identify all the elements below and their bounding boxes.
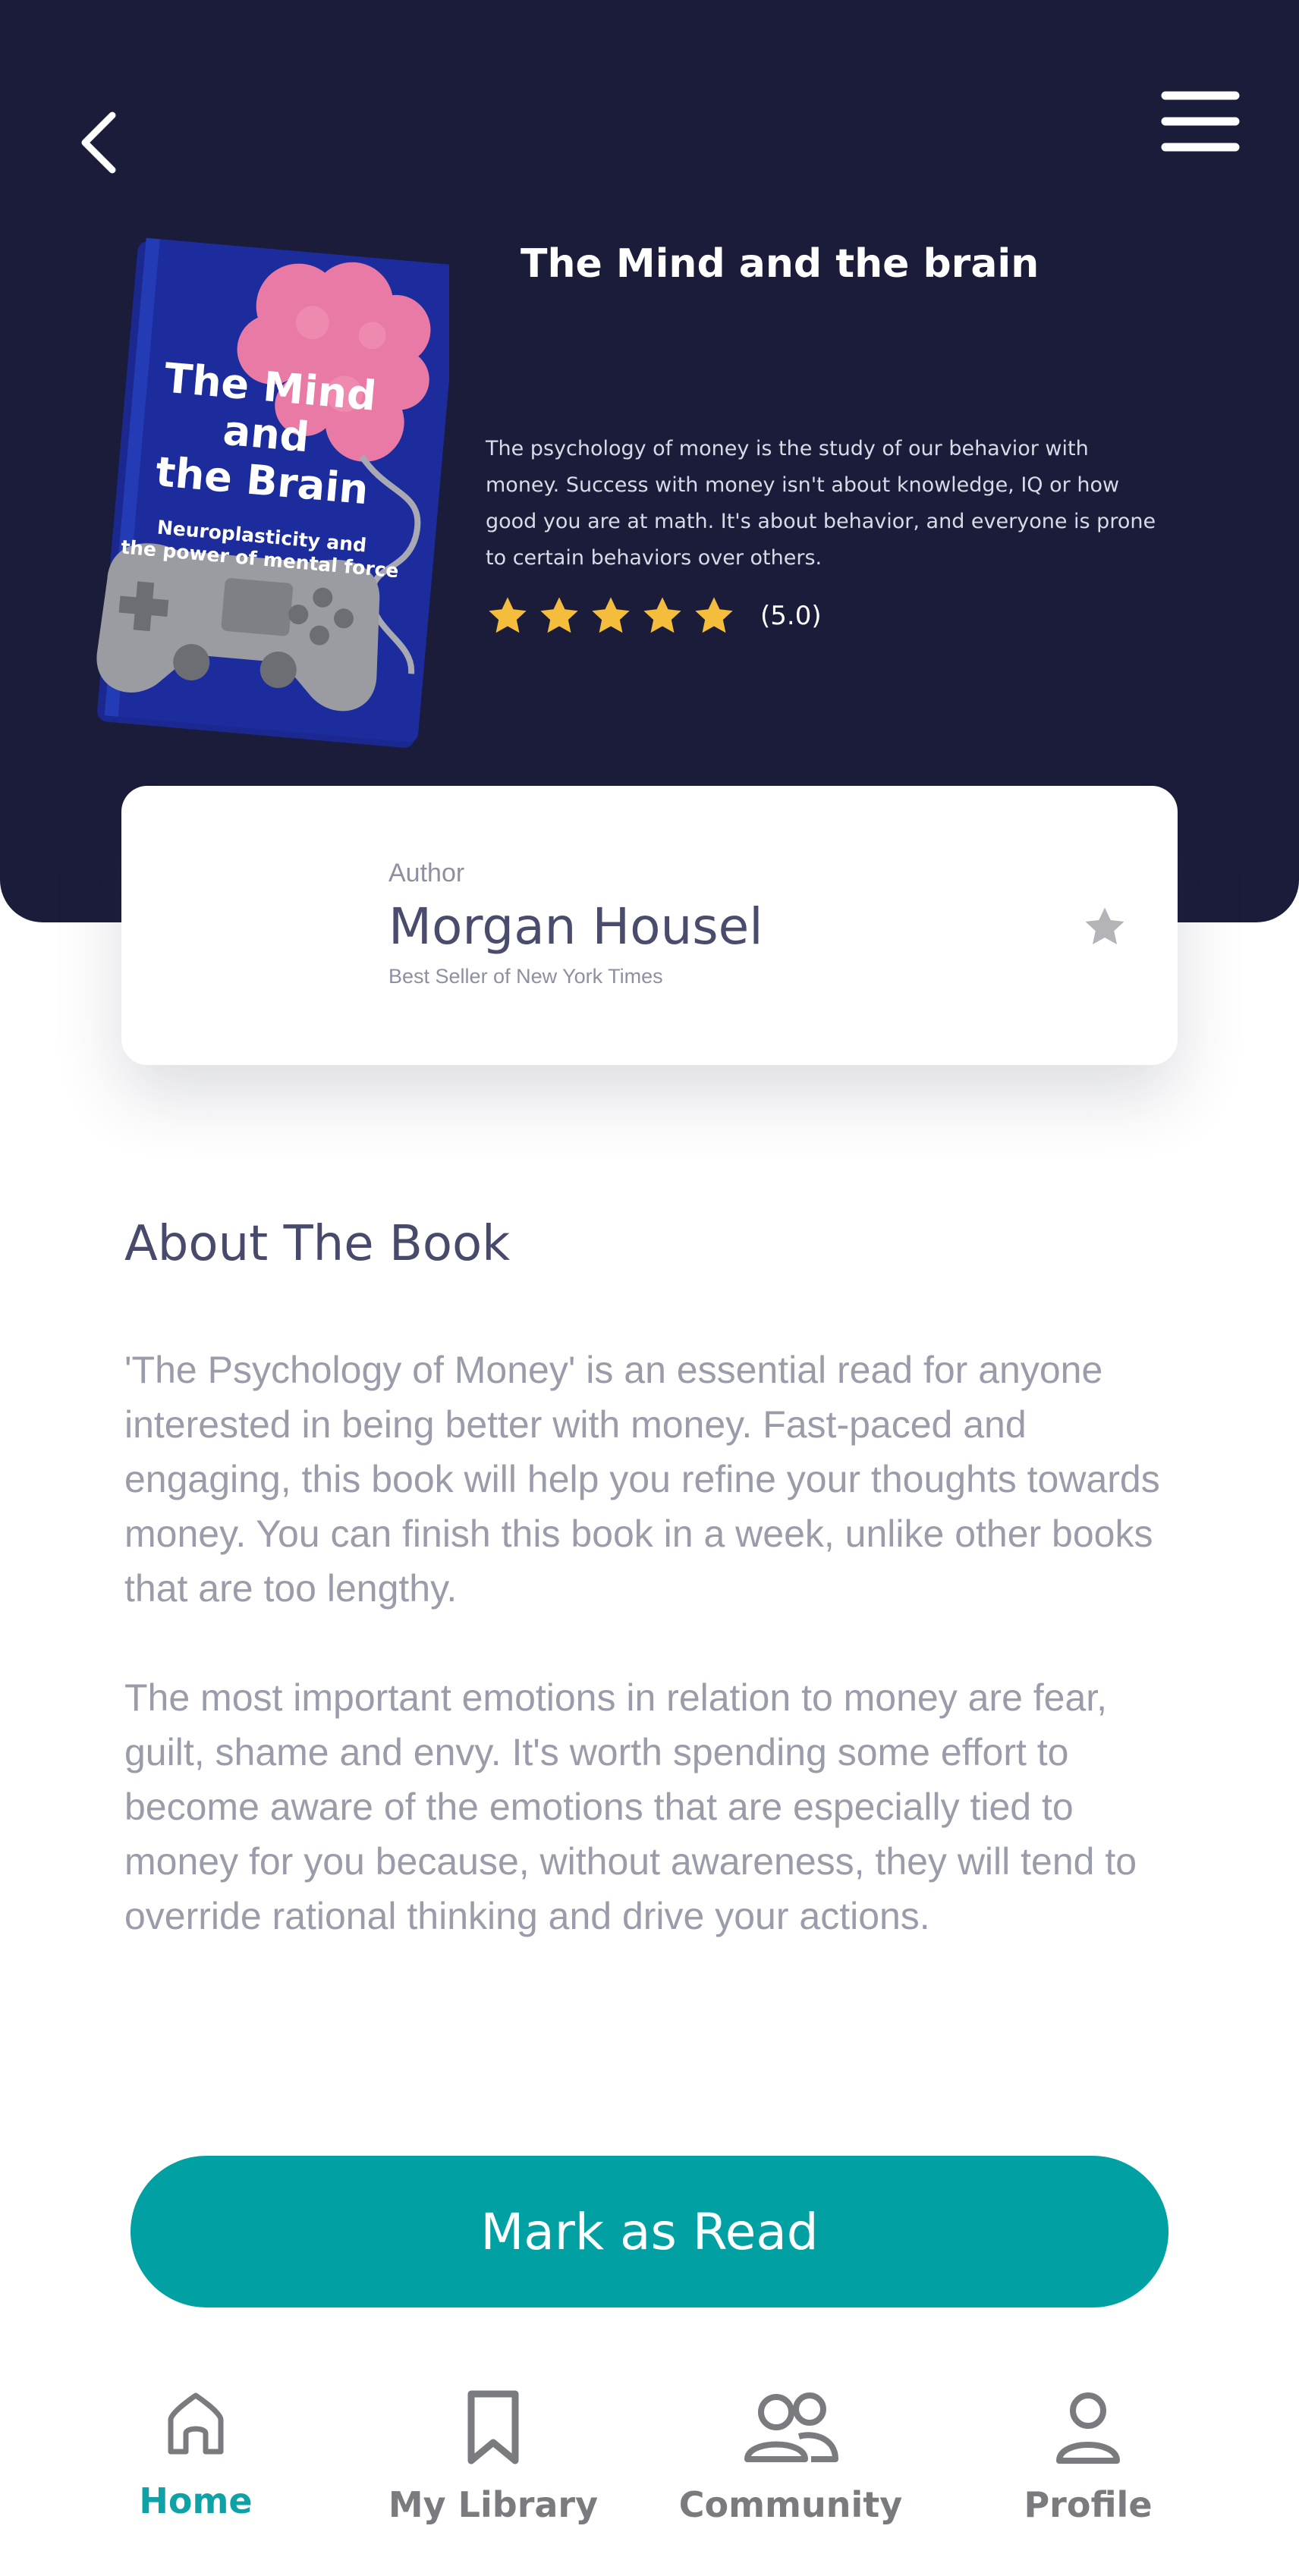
star-icon [643,597,681,633]
star-icon [489,597,527,633]
nav-item-home[interactable]: Home [59,2382,332,2534]
author-card[interactable]: Author Morgan Housel Best Seller of New … [121,786,1178,1065]
star-icon [592,597,630,633]
menu-button[interactable] [1161,90,1240,153]
back-button[interactable] [73,105,126,181]
book-cover-image: The Mind and the Brain Neuroplasticity a… [70,235,459,751]
nav-item-my-library[interactable]: My Library [357,2382,630,2534]
star-icon [540,597,578,633]
nav-label-my-library: My Library [388,2484,599,2525]
author-subtitle: Best Seller of New York Times [388,965,663,988]
profile-icon [1056,2392,1120,2464]
bookmark-icon [467,2390,519,2464]
nav-label-home: Home [139,2480,253,2521]
about-paragraph: The most important emotions in relation … [124,1676,1137,1937]
nav-item-profile[interactable]: Profile [951,2382,1225,2534]
author-name: Morgan Housel [388,897,763,956]
nav-label-community: Community [678,2484,903,2525]
mark-as-read-button[interactable]: Mark as Read [131,2156,1168,2307]
nav-label-profile: Profile [1024,2484,1153,2525]
nav-item-community[interactable]: Community [654,2382,927,2534]
about-paragraph: 'The Psychology of Money' is an essentia… [124,1349,1160,1610]
book-title: The Mind and the brain [521,241,1040,287]
hamburger-menu-icon [1161,91,1240,152]
rating-value: (5.0) [760,601,822,631]
author-label: Author [388,859,465,887]
book-description: The psychology of money is the study of … [486,437,1156,570]
star-icon [695,597,733,633]
community-icon [744,2392,838,2462]
about-title: About The Book [124,1216,511,1272]
book-rating: (5.0) [486,593,822,639]
book-header: The Mind and the Brain Neuroplasticity a… [0,0,1299,922]
home-icon [168,2392,224,2455]
cover-title-line2: and [222,407,312,462]
chevron-left-icon [81,112,116,174]
favorite-star-icon[interactable] [1082,904,1128,950]
